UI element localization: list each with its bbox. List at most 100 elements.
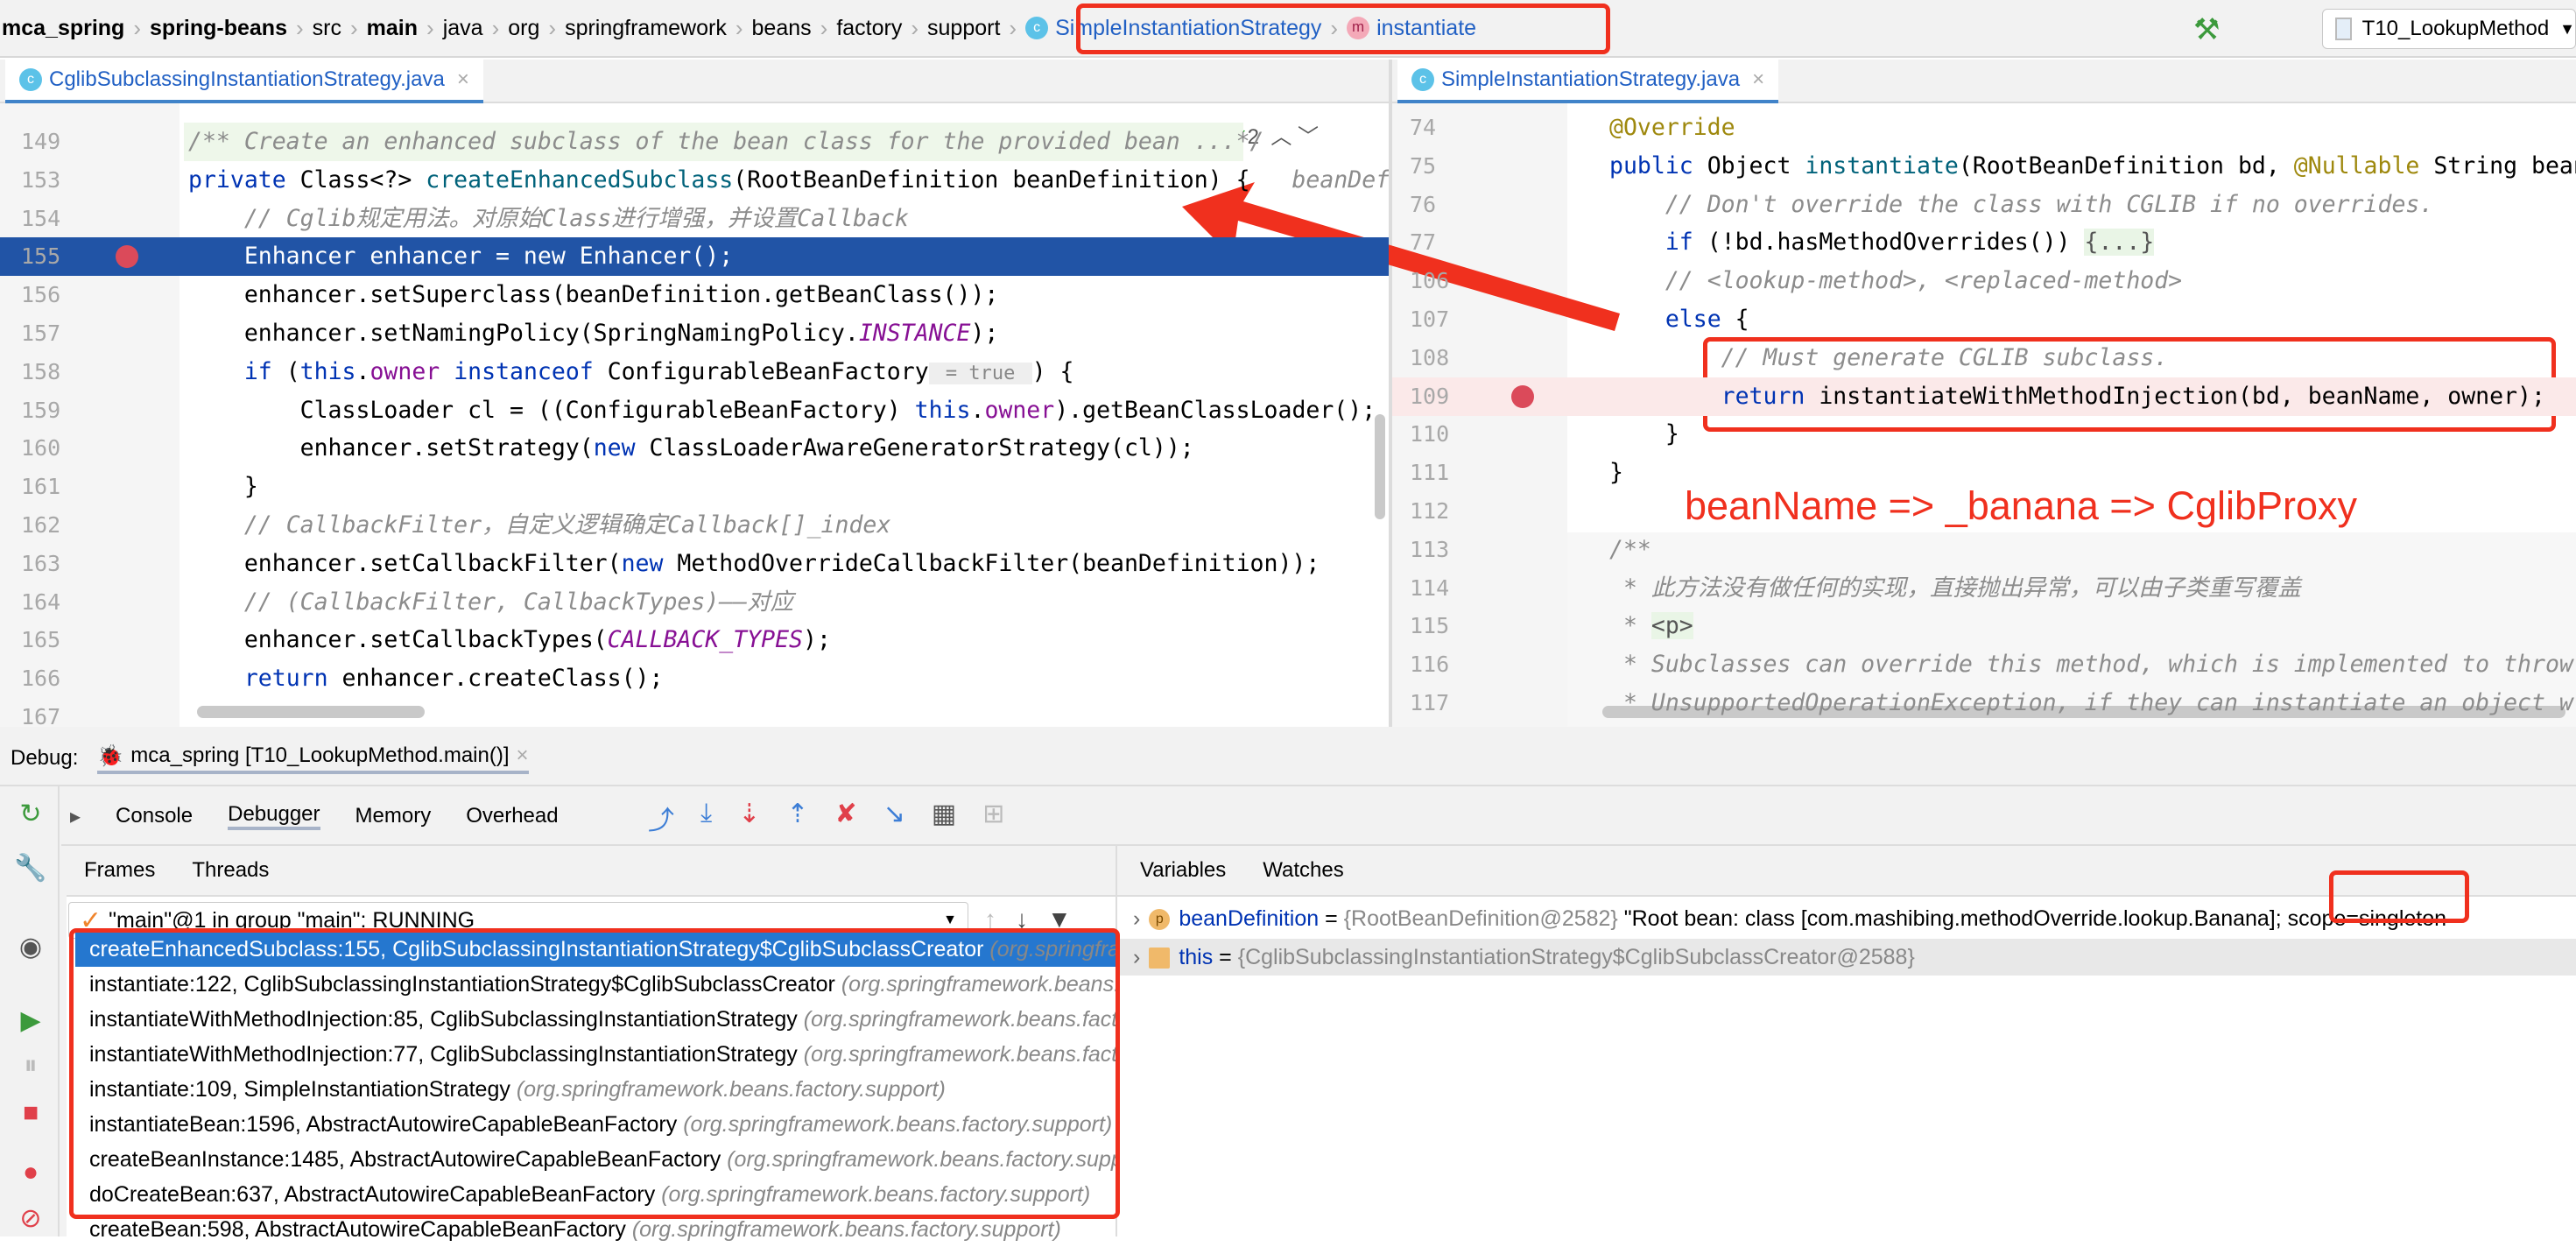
code-token: enhancer.setStrategy( — [188, 434, 594, 462]
line-number: 158 — [21, 358, 61, 384]
pause-icon[interactable]: ⏸ — [0, 1051, 61, 1081]
trace-icon[interactable]: ⊞ — [982, 799, 1004, 837]
frame-method: createBean:598, AbstractAutowireCapableB… — [89, 1217, 626, 1242]
code-token: } — [1609, 420, 1679, 448]
code-line[interactable]: 116 * Subclasses can override this metho… — [1392, 645, 2576, 684]
stepping-toolbar: ⤴ ⤓ ⇣ ⇡ ✘ ↘ ▦ ⊞ — [648, 799, 1004, 837]
code-text: return instantiateWithMethodInjection(bd… — [1609, 377, 2545, 416]
code-line[interactable]: 117 * UnsupportedOperationException, if … — [1392, 684, 2576, 722]
code-line[interactable]: 156 enhancer.setSuperclass(beanDefinitio… — [0, 276, 1389, 314]
breakpoint-icon[interactable] — [1511, 384, 1534, 408]
mute-breakpoints-icon[interactable]: ⊘ — [0, 1203, 61, 1234]
expand-icon[interactable]: › — [1133, 945, 1140, 969]
code-line[interactable]: 160 enhancer.setStrategy(new ClassLoader… — [0, 429, 1389, 468]
code-line[interactable]: 167 — [0, 698, 1389, 727]
code-token: ).getBeanClassLoader(); — [1054, 396, 1376, 424]
code-token: owner — [370, 357, 454, 385]
breakpoints-icon[interactable]: ● — [0, 1158, 61, 1187]
code-line[interactable]: 158 if (this.owner instanceof Configurab… — [0, 353, 1389, 391]
code-line[interactable]: 159 ClassLoader cl = ((ConfigurableBeanF… — [0, 391, 1389, 430]
variable-row[interactable]: › this = {CglibSubclassingInstantiationSt… — [1117, 939, 2576, 976]
code-token: @Override — [1609, 114, 1735, 141]
code-line[interactable]: 114 * 此方法没有做任何的实现，直接抛出异常，可以由子类重写覆盖 — [1392, 569, 2576, 608]
variable-name: this — [1179, 945, 1214, 969]
right-editor[interactable]: 74 @Override 75 public Object instantiate(R… — [1392, 103, 2576, 727]
drop-frame-icon[interactable]: ✘ — [835, 799, 857, 837]
resume-icon[interactable]: ▶ — [0, 1005, 61, 1036]
code-line[interactable]: 154 // Cglib规定用法。对原始Class进行增强，并设置Callbac… — [0, 200, 1389, 238]
view-breakpoints-icon[interactable]: ◉ — [0, 932, 61, 962]
wrench-icon[interactable]: 🔧 — [0, 853, 61, 884]
tab-frames[interactable]: Frames — [84, 858, 155, 883]
debug-tab-memory[interactable]: Memory — [355, 804, 432, 828]
code-line[interactable]: 163 enhancer.setCallbackFilter(new Metho… — [0, 545, 1389, 583]
expand-icon[interactable]: › — [1133, 906, 1140, 931]
code-token: // (CallbackFilter, CallbackTypes)——对应 — [243, 588, 794, 616]
code-text: ClassLoader cl = ((ConfigurableBeanFacto… — [188, 391, 1376, 430]
code-token: return — [243, 665, 342, 693]
code-line[interactable]: 112 — [1392, 492, 2576, 531]
run-to-cursor-icon[interactable]: ↘ — [883, 799, 905, 837]
code-line[interactable]: 108 // Must generate CGLIB subclass. — [1392, 339, 2576, 377]
step-over-icon[interactable]: ⤓ — [700, 799, 712, 837]
force-step-into-icon[interactable]: ⇡ — [786, 799, 808, 837]
line-number: 116 — [1410, 652, 1450, 678]
stop-icon[interactable]: ■ — [0, 1098, 61, 1128]
variable-value: "Root bean: class [com.mashibing.methodO… — [1623, 906, 2447, 931]
line-number: 156 — [21, 282, 61, 308]
code-line[interactable]: 164 // (CallbackFilter, CallbackTypes)——… — [0, 583, 1389, 622]
code-line[interactable]: 110 } — [1392, 415, 2576, 454]
highlight-box — [69, 928, 1120, 1219]
tab-variables[interactable]: Variables — [1140, 858, 1226, 883]
code-line[interactable]: 162 // CallbackFilter，自定义逻辑确定Callback[]_… — [0, 506, 1389, 545]
code-line[interactable]: 75 public Object instantiate(RootBeanDefi… — [1392, 147, 2576, 186]
code-token: ClassLoader cl = ((ConfigurableBeanFacto… — [188, 396, 915, 424]
code-line[interactable]: 76 // Don't override the class with CGLI… — [1392, 186, 2576, 224]
debug-label: Debug: — [11, 746, 79, 770]
code-token: ) { — [1031, 357, 1074, 385]
code-line[interactable]: 115 * <p> — [1392, 607, 2576, 645]
code-token: * Subclasses can override this method, w… — [1609, 651, 2573, 679]
code-line[interactable]: 166 return enhancer.createClass(); — [0, 659, 1389, 698]
debug-tab-debugger[interactable]: Debugger — [228, 802, 320, 830]
line-number: 111 — [1410, 460, 1450, 486]
debug-session-tab[interactable]: 🐞 mca_spring [T10_LookupMethod.main()] × — [97, 743, 529, 774]
code-text: enhancer.setCallbackTypes(CALLBACK_TYPES… — [188, 621, 831, 659]
code-line[interactable]: 74 @Override — [1392, 109, 2576, 147]
code-token: enhancer.setSuperclass(beanDefinition.ge… — [188, 281, 999, 309]
left-editor[interactable]: ✔2 ︿ ﹀ 149/** Create an enhanced subclas… — [0, 103, 1389, 727]
code-line[interactable]: 165 enhancer.setCallbackTypes(CALLBACK_T… — [0, 621, 1389, 659]
rerun-icon[interactable]: ↻ — [0, 799, 61, 829]
evaluate-expression-icon[interactable]: ▦ — [932, 799, 956, 837]
code-line[interactable]: 109 return instantiateWithMethodInjectio… — [1392, 377, 2576, 416]
debug-tab-console[interactable]: Console — [116, 804, 193, 828]
step-into-icon[interactable]: ⇣ — [738, 799, 760, 837]
tab-watches[interactable]: Watches — [1263, 858, 1343, 883]
debug-tab-overhead[interactable]: Overhead — [466, 804, 558, 828]
debug-side-toolbar: ↻ 🔧 ◉ ▶ ⏸ ■ ● ⊘ — [0, 786, 60, 1236]
close-icon[interactable]: × — [517, 743, 529, 768]
code-line[interactable]: 107 else { — [1392, 300, 2576, 339]
code-line[interactable]: 153 private Class<?> createEnhancedSubcla… — [0, 161, 1389, 200]
show-execution-point-icon[interactable]: ⤴ — [648, 799, 674, 837]
code-line[interactable]: 149 /** Create an enhanced subclass of th… — [0, 123, 1389, 161]
code-line[interactable]: 77 if (!bd.hasMethodOverrides()) {...} — [1392, 223, 2576, 262]
code-line[interactable]: 111} — [1392, 454, 2576, 492]
code-line[interactable]: 106 // <lookup-method>, <replaced-method… — [1392, 262, 2576, 300]
code-line[interactable]: 157 enhancer.setNamingPolicy(SpringNamin… — [0, 314, 1389, 353]
line-number: 160 — [21, 435, 61, 461]
code-line[interactable]: 113 /** — [1392, 531, 2576, 569]
breakpoint-icon[interactable] — [116, 245, 138, 269]
code-text: // CallbackFilter，自定义逻辑确定Callback[]_inde… — [188, 506, 891, 545]
variable-type: {RootBeanDefinition@2582} — [1343, 906, 1618, 931]
line-number: 161 — [21, 474, 61, 500]
code-line[interactable]: 161 } — [0, 468, 1389, 506]
parameter-icon: p — [1149, 909, 1171, 931]
code-line[interactable]: 155 Enhancer enhancer = new Enhancer(); — [0, 237, 1389, 277]
tab-threads[interactable]: Threads — [192, 858, 269, 883]
